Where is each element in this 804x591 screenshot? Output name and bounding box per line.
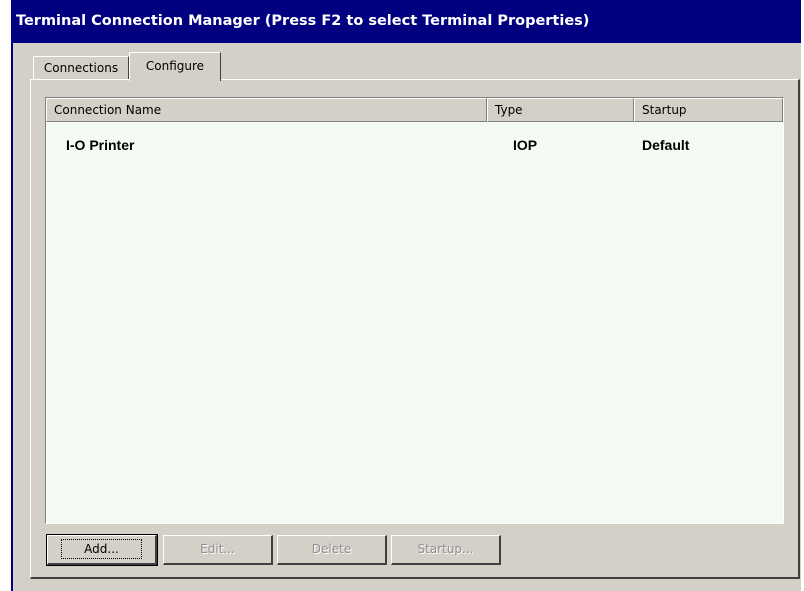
delete-button[interactable]: Delete [277,535,387,565]
tab-connections[interactable]: Connections [33,56,129,80]
startup-button[interactable]: Startup... [391,535,501,565]
window-title: Terminal Connection Manager (Press F2 to… [16,13,590,29]
edit-button[interactable]: Edit... [163,535,273,565]
title-bar[interactable]: Terminal Connection Manager (Press F2 to… [13,0,801,43]
add-button[interactable]: Add... [46,534,158,566]
edit-button-label: Edit... [200,542,235,556]
delete-button-label: Delete [311,542,352,556]
tab-configure[interactable]: Configure [129,52,221,81]
connection-name-cell: I-O Printer [66,137,135,153]
add-button-label: Add... [61,539,142,559]
list-header: Connection Name Type Startup [46,98,783,122]
list-item[interactable]: I-O Printer IOP Default [46,134,783,156]
column-header-type[interactable]: Type [487,98,634,122]
tab-connections-label: Connections [43,61,119,75]
column-header-startup[interactable]: Startup [634,98,783,122]
startup-button-label: Startup... [417,542,474,556]
connection-type-cell: IOP [513,137,538,153]
terminal-connection-manager-window: Terminal Connection Manager (Press F2 to… [11,0,801,591]
connection-list[interactable]: Connection Name Type Startup I-O Printer… [45,97,784,524]
tab-configure-label: Configure [145,59,205,73]
connection-startup-cell: Default [642,137,690,153]
column-header-connection-name[interactable]: Connection Name [46,98,487,122]
